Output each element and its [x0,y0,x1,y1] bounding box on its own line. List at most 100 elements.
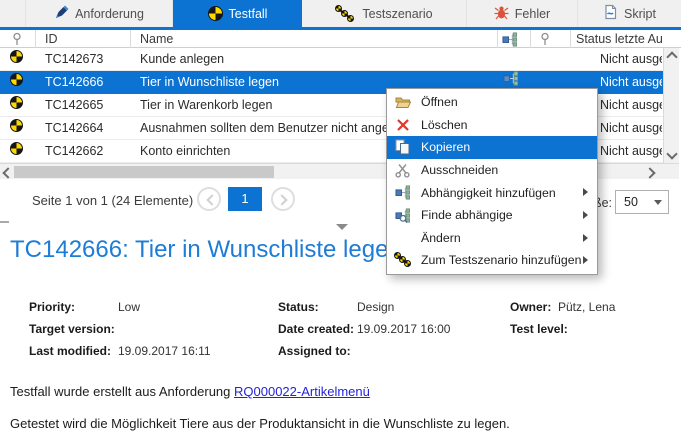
testcase-icon [10,94,23,116]
description-line-1: Testfall wurde erstellt aus Anforderung … [10,384,370,399]
column-header-name[interactable]: Name [140,31,173,47]
row-id: TC142662 [45,140,127,162]
menu-item-oeffnen[interactable]: Öffnen [387,91,597,114]
splitter-handle[interactable] [0,221,9,223]
pagination-summary: Seite 1 von 1 (24 Elemente) [32,193,193,208]
testscenario-icon [335,5,356,22]
field-label: Assigned to: [278,340,357,362]
context-menu: Öffnen Löschen Kopieren Ausschneiden Abh… [386,88,598,275]
testcase-icon [10,48,23,70]
menu-item-finde-abhaengige[interactable]: Finde abhängige [387,204,597,227]
scroll-up-icon[interactable] [666,51,677,62]
dependency-icon[interactable] [502,32,517,47]
tab-bar: Anforderung Testfall Testszenario Fehler… [0,0,681,27]
testscenario-icon [394,252,411,268]
table-row[interactable]: TC142673 Kunde anlegen Nicht ausge [0,48,663,71]
submenu-arrow-icon [583,211,588,219]
testcase-icon [10,71,23,93]
tab-skript[interactable]: Skript [578,0,681,27]
delete-icon [394,118,411,132]
field-value: Design [357,300,394,314]
page-size-select[interactable]: 50 [615,190,669,214]
tab-label: Anforderung [75,7,144,21]
menu-item-label: Löschen [421,118,468,132]
tab-fehler[interactable]: Fehler [467,0,578,27]
menu-item-label: Abhängigkeit hinzufügen [421,186,556,200]
submenu-arrow-icon [583,188,588,196]
tab-label: Skript [624,7,656,21]
field-label: Status: [278,296,357,318]
field-value: Low [118,300,140,314]
row-status: Nicht ausge [600,94,662,116]
description-text: Testfall wurde erstellt aus Anforderung [10,384,234,399]
cut-icon [394,163,411,178]
tab-testfall[interactable]: Testfall [173,0,302,27]
field-label: Date created: [278,318,357,340]
row-id: TC142664 [45,117,127,139]
previous-page-button[interactable] [197,187,221,211]
testcase-icon [208,6,223,21]
menu-item-label: Finde abhängige [421,208,513,222]
chevron-left-icon [206,194,217,205]
tab-testszenario[interactable]: Testszenario [302,0,467,27]
field-value: 19.09.2017 16:11 [118,344,211,358]
current-page-button[interactable]: 1 [228,187,262,211]
chevron-down-icon [654,200,662,205]
row-name: Kunde anlegen [140,48,495,70]
testcase-detail-title: TC142666: Tier in Wunschliste legen [10,236,402,264]
testcase-icon [10,117,23,139]
field-value: Pütz, Lena [558,300,615,314]
menu-item-aendern[interactable]: Ändern [387,227,597,250]
detail-fields-column-1: Priority:Low Target version: Last modifi… [29,296,211,362]
field-value: 19.09.2017 16:00 [357,322,450,336]
next-page-button[interactable] [271,187,295,211]
menu-item-label: Zum Testszenario hinzufügen [421,253,581,267]
scroll-down-icon[interactable] [666,148,677,159]
menu-item-kopieren[interactable]: Kopieren [387,136,597,159]
row-id: TC142666 [45,71,127,93]
tab-anforderung[interactable]: Anforderung [26,0,173,27]
field-label: Priority: [29,296,118,318]
row-id: TC142665 [45,94,127,116]
scrollbar-thumb[interactable] [14,166,274,178]
menu-item-loeschen[interactable]: Löschen [387,114,597,137]
open-folder-icon [394,95,411,109]
tab-label: Fehler [515,7,550,21]
vertical-scrollbar[interactable] [663,48,679,163]
pin-icon[interactable] [539,32,551,46]
menu-item-zum-testszenario-hinzufuegen[interactable]: Zum Testszenario hinzufügen [387,249,597,272]
script-icon [603,4,618,23]
row-status: Nicht ausge [600,48,662,70]
find-dependents-icon [394,208,411,223]
pin-icon[interactable] [11,32,23,46]
scroll-right-icon[interactable] [644,167,655,178]
menu-item-label: Kopieren [421,140,470,154]
menu-item-ausschneiden[interactable]: Ausschneiden [387,159,597,182]
copy-icon [394,139,411,155]
row-status: Nicht ausge [600,140,662,162]
test-management-window: Anforderung Testfall Testszenario Fehler… [0,0,681,443]
scroll-left-icon[interactable] [2,167,13,178]
menu-item-label: Öffnen [421,95,458,109]
requirement-link[interactable]: RQ000022-Artikelmenü [234,384,370,399]
tab-bar-spacer [0,0,26,27]
detail-fields-column-2: Status:Design Date created:19.09.2017 16… [278,296,450,362]
column-header-status[interactable]: Status letzte Au [576,31,680,47]
menu-item-abhaengigkeit-hinzufuegen[interactable]: Abhängigkeit hinzufügen [387,181,597,204]
bug-icon [494,5,509,23]
row-status: Nicht ausge [600,117,662,139]
collapse-panel-icon[interactable] [336,224,348,230]
chevron-right-icon [276,194,287,205]
submenu-arrow-icon [583,256,588,264]
description-line-2: Getestet wird die Möglichkeit Tiere aus … [10,416,510,431]
column-header-id[interactable]: ID [45,31,58,47]
row-id: TC142673 [45,48,127,70]
page-size-value: 50 [624,191,638,213]
table-header: ID Name Status letzte Au [0,30,681,48]
detail-fields-column-3: Owner: Pütz, Lena Test level: [510,296,615,340]
field-label: Owner: [510,296,554,318]
requirement-icon [54,5,69,23]
field-label: Test level: [510,318,568,340]
menu-item-label: Ausschneiden [421,163,498,177]
menu-item-label: Ändern [421,231,461,245]
